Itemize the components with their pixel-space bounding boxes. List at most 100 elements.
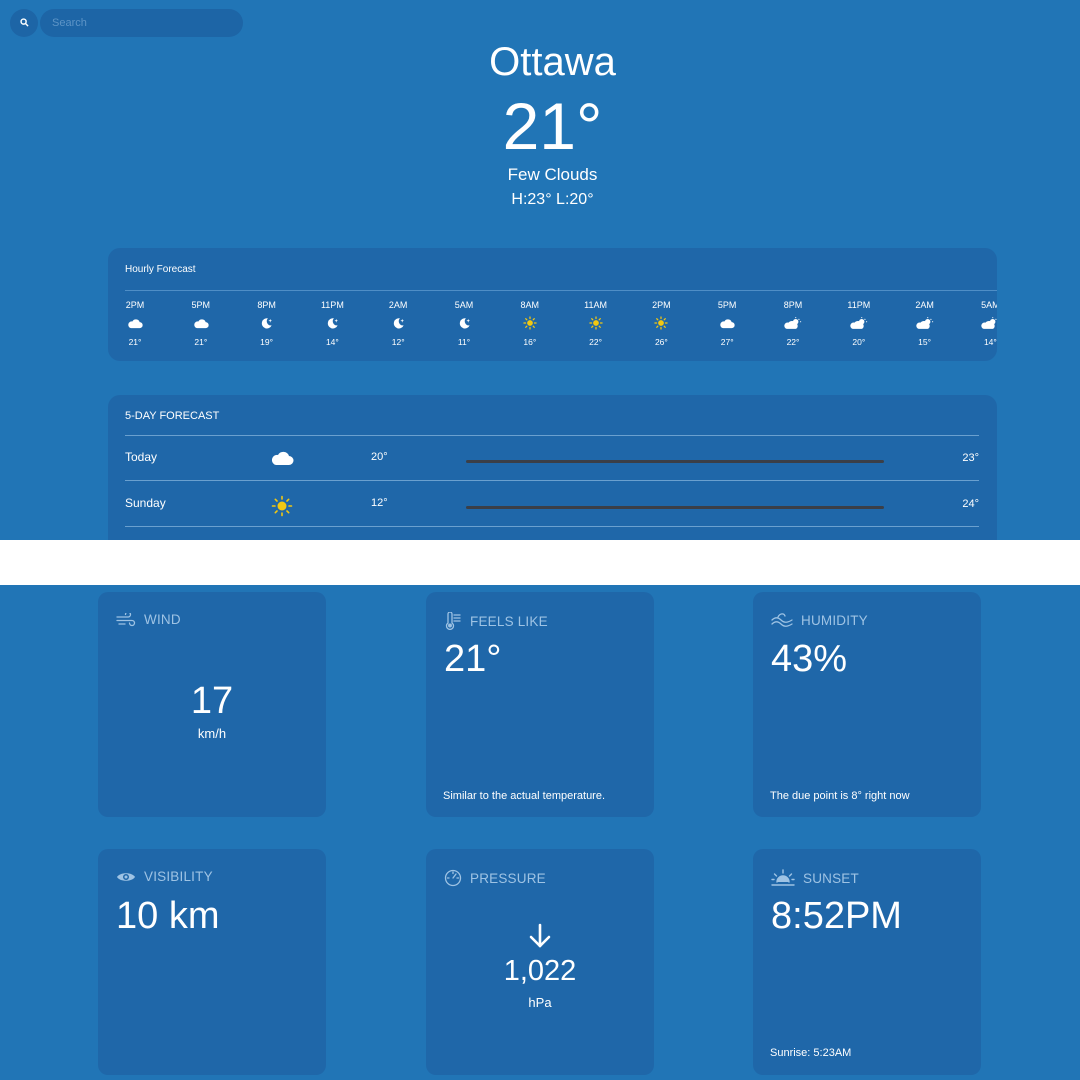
pressure-trend — [426, 923, 654, 954]
cloud-icon — [707, 315, 747, 331]
hour-time: 8PM — [257, 300, 276, 310]
hour-time: 2AM — [915, 300, 934, 310]
forecast-day-row[interactable]: Today 20° 23° — [108, 435, 997, 475]
five-day-forecast-panel[interactable]: 5-DAY FORECAST Today 20° 23° Sunday 12° — [108, 395, 997, 545]
hour-time: 11PM — [847, 300, 871, 310]
thermometer-icon — [444, 612, 462, 630]
hour-time: 2AM — [388, 300, 408, 310]
hour-temperature: 14° — [983, 337, 997, 347]
moon-star-icon — [312, 315, 352, 331]
hour-temperature: 21° — [128, 337, 142, 347]
humidity-value: 43% — [771, 638, 848, 680]
hourly-forecast-item: 2AM 12° — [378, 300, 418, 347]
forecast-day-label: Sunday — [125, 496, 166, 510]
moon-star-icon — [378, 315, 418, 331]
wind-header: WIND — [116, 612, 181, 627]
pressure-unit: hPa — [528, 995, 552, 1010]
sunset-tile[interactable]: SUNSET 8:52PM Sunrise: 5:23AM — [753, 849, 981, 1075]
sun-icon — [510, 315, 550, 331]
sunrise-note: Sunrise: 5:23AM — [770, 1047, 852, 1059]
cloud-sun-icon — [773, 315, 813, 331]
hourly-forecast-item: 8AM 16° — [510, 300, 550, 347]
hourly-forecast-item: 5PM 21° — [181, 300, 221, 347]
hour-temperature: 11° — [457, 337, 471, 347]
hour-temperature: 22° — [786, 337, 800, 347]
forecast-high-temp: 24° — [962, 498, 979, 510]
hour-temperature: 22° — [589, 337, 603, 347]
pressure-tile[interactable]: PRESSURE 1,022 hPa — [426, 849, 654, 1075]
wind-speed-unit: km/h — [197, 726, 227, 741]
cloud-icon — [270, 450, 294, 471]
hour-temperature: 16° — [523, 337, 537, 347]
sunset-header: SUNSET — [771, 869, 859, 887]
sunset-value: 8:52PM — [771, 895, 902, 937]
hour-time: 2PM — [652, 300, 671, 310]
sunset-icon — [771, 869, 795, 887]
search-input[interactable] — [40, 9, 243, 37]
hour-time: 11AM — [584, 300, 608, 310]
hour-time: 8PM — [783, 300, 803, 310]
weather-condition: Few Clouds — [507, 165, 598, 184]
hour-time: 5AM — [981, 300, 997, 310]
humidity-icon — [771, 612, 793, 628]
wind-icon — [116, 612, 136, 627]
forecast-low-temp: 12° — [371, 497, 388, 509]
forecast-low-temp: 20° — [371, 451, 388, 463]
hourly-forecast-item: 11AM 22° — [576, 300, 616, 347]
hourly-forecast-item: 5PM 27° — [707, 300, 747, 347]
hourly-forecast-item: 8PM 19° — [247, 300, 287, 347]
hourly-forecast-panel[interactable]: Hourly Forecast 2PM 21° 5PM 21° 8PM 19° 11PM 14… — [108, 248, 997, 361]
pressure-value: 1,022 — [503, 955, 577, 987]
search-button[interactable] — [10, 9, 38, 37]
temperature-range-bar — [466, 506, 884, 509]
moon-star-icon — [247, 315, 287, 331]
hourly-forecast-item: 2PM 21° — [115, 300, 155, 347]
visibility-tile[interactable]: VISIBILITY 10 km — [98, 849, 326, 1075]
wind-label: WIND — [144, 612, 181, 627]
pressure-label: PRESSURE — [470, 870, 546, 886]
five-day-forecast-title: 5-DAY FORECAST — [125, 410, 220, 422]
hour-temperature: 26° — [654, 337, 668, 347]
cloud-sun-icon — [970, 315, 997, 331]
hour-temperature: 15° — [918, 337, 932, 347]
humidity-tile[interactable]: HUMIDITY 43% The due point is 8° right n… — [753, 592, 981, 817]
wind-speed-value: 17 — [190, 680, 234, 722]
eye-icon — [116, 870, 136, 884]
humidity-label: HUMIDITY — [801, 612, 868, 628]
hour-time: 5AM — [454, 300, 474, 310]
visibility-value: 10 km — [116, 895, 220, 937]
gauge-icon — [444, 869, 462, 887]
sun-icon — [641, 315, 681, 331]
feels-like-value: 21° — [444, 638, 502, 680]
feels-like-header: FEELS LIKE — [444, 612, 548, 630]
cloud-sun-icon — [839, 315, 879, 331]
sun-icon — [271, 495, 293, 522]
forecast-day-row[interactable]: Sunday 12° 24° — [108, 481, 997, 521]
cloud-icon — [115, 315, 155, 331]
feels-like-tile[interactable]: FEELS LIKE 21° Similar to the actual tem… — [426, 592, 654, 817]
cloud-icon — [181, 315, 221, 331]
hourly-forecast-item: 11PM 14° — [312, 300, 352, 347]
humidity-header: HUMIDITY — [771, 612, 868, 628]
hour-temperature: 20° — [852, 337, 866, 347]
hour-temperature: 27° — [720, 337, 734, 347]
forecast-high-temp: 23° — [962, 452, 979, 464]
pressure-header: PRESSURE — [444, 869, 546, 887]
hour-temperature: 21° — [194, 337, 208, 347]
wind-tile[interactable]: WIND 17 km/h — [98, 592, 326, 817]
hourly-forecast-item: 2PM 26° — [641, 300, 681, 347]
city-name: Ottawa — [489, 40, 616, 84]
hour-time: 2PM — [125, 300, 145, 310]
hour-time: 5PM — [717, 300, 737, 310]
divider — [125, 290, 997, 291]
hour-time: 5PM — [191, 300, 211, 310]
divider — [125, 526, 979, 527]
hourly-forecast-item: 8PM 22° — [773, 300, 813, 347]
high-low-temperature: H:23° L:20° — [511, 191, 594, 208]
moon-star-icon — [444, 315, 484, 331]
current-temperature: 21° — [502, 89, 603, 163]
visibility-label: VISIBILITY — [144, 869, 213, 884]
search-icon — [19, 14, 29, 32]
feels-like-note: Similar to the actual temperature. — [443, 790, 606, 802]
cloud-sun-icon — [905, 315, 945, 331]
